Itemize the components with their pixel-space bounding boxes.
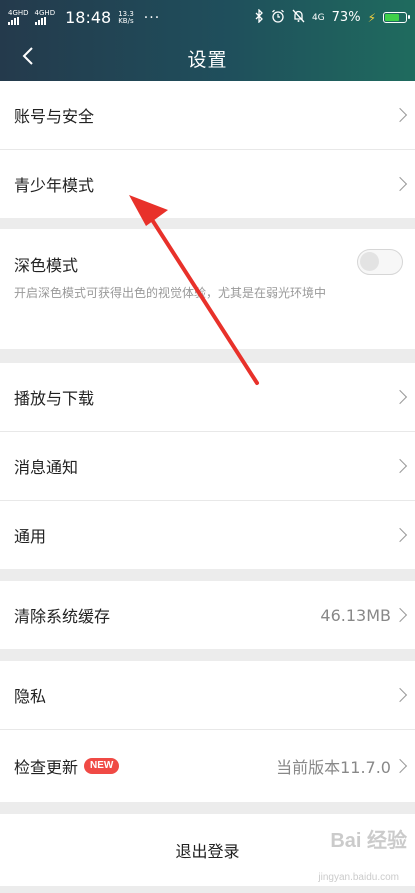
sim1-signal: 4GHD (8, 10, 29, 25)
chevron-right-icon (392, 527, 408, 543)
settings-row-playback-download[interactable]: 播放与下载 (0, 363, 415, 431)
toggle-knob (360, 252, 379, 271)
nav-bar: 设置 (0, 35, 415, 81)
sim1-label: 4GHD (8, 9, 29, 17)
network-type: 4G (311, 12, 325, 23)
battery-percent: 73% (331, 10, 361, 25)
chevron-right-icon (392, 687, 408, 703)
bluetooth-icon (255, 7, 264, 27)
battery-icon (383, 12, 410, 23)
chevron-right-icon (392, 389, 408, 405)
settings-row-youth-mode[interactable]: 青少年模式 (0, 150, 415, 218)
charging-icon: ⚡ (367, 10, 376, 25)
chevron-right-icon (392, 107, 408, 123)
current-version: 当前版本11.7.0 (276, 758, 391, 777)
settings-row-general[interactable]: 通用 (0, 501, 415, 569)
settings-row-account[interactable]: 账号与安全 (0, 81, 415, 149)
chevron-left-icon (22, 46, 34, 70)
row-label: 清除系统缓存 (14, 607, 111, 626)
status-bar: 4GHD 4GHD 18:48 13.3 KB/s ··· 4G 73% ⚡ (0, 0, 415, 35)
more-notifications-icon: ··· (143, 9, 161, 26)
chevron-right-icon (392, 458, 408, 474)
chevron-right-icon (392, 607, 408, 623)
chevron-right-icon (392, 758, 408, 774)
settings-row-check-update[interactable]: 检查更新 NEW 当前版本11.7.0 (0, 730, 415, 802)
row-label: 隐私 (14, 687, 47, 706)
dark-mode-description: 开启深色模式可获得出色的视觉体验，尤其是在弱光环境中 (14, 286, 327, 300)
speed-unit: KB/s (118, 16, 134, 25)
settings-row-notifications[interactable]: 消息通知 (0, 432, 415, 500)
row-label: 通用 (14, 527, 47, 546)
settings-row-dark-mode: 深色模式 开启深色模式可获得出色的视觉体验，尤其是在弱光环境中 (0, 229, 415, 349)
alarm-icon (271, 9, 285, 27)
watermark-logo: Bai 经验 (330, 830, 407, 852)
new-badge: NEW (84, 758, 120, 774)
back-button[interactable] (8, 35, 48, 81)
watermark-url: jingyan.baidu.com (318, 872, 399, 883)
cache-size: 46.13MB (320, 605, 391, 625)
row-label: 播放与下载 (14, 389, 95, 408)
row-label: 青少年模式 (14, 176, 95, 195)
sim2-signal: 4GHD (34, 9, 56, 25)
network-speed: 13.3 KB/s (118, 10, 134, 25)
signal-bars-icon (8, 17, 29, 25)
clock: 18:48 (65, 8, 112, 27)
settings-row-privacy[interactable]: 隐私 (0, 661, 415, 729)
logout-label: 退出登录 (175, 842, 240, 861)
page-title: 设置 (187, 48, 228, 71)
row-label: 账号与安全 (14, 107, 95, 126)
signal-bars-icon (34, 17, 56, 25)
dark-mode-toggle[interactable] (357, 249, 403, 275)
row-label: 消息通知 (14, 458, 79, 477)
row-label: 检查更新 (14, 758, 79, 777)
battery-fill (385, 14, 399, 21)
mute-bell-icon (292, 9, 305, 27)
row-label: 深色模式 (14, 256, 79, 275)
chevron-right-icon (392, 176, 408, 192)
settings-row-clear-cache[interactable]: 清除系统缓存 46.13MB (0, 581, 415, 649)
sim2-label: 4GHD (34, 9, 56, 17)
